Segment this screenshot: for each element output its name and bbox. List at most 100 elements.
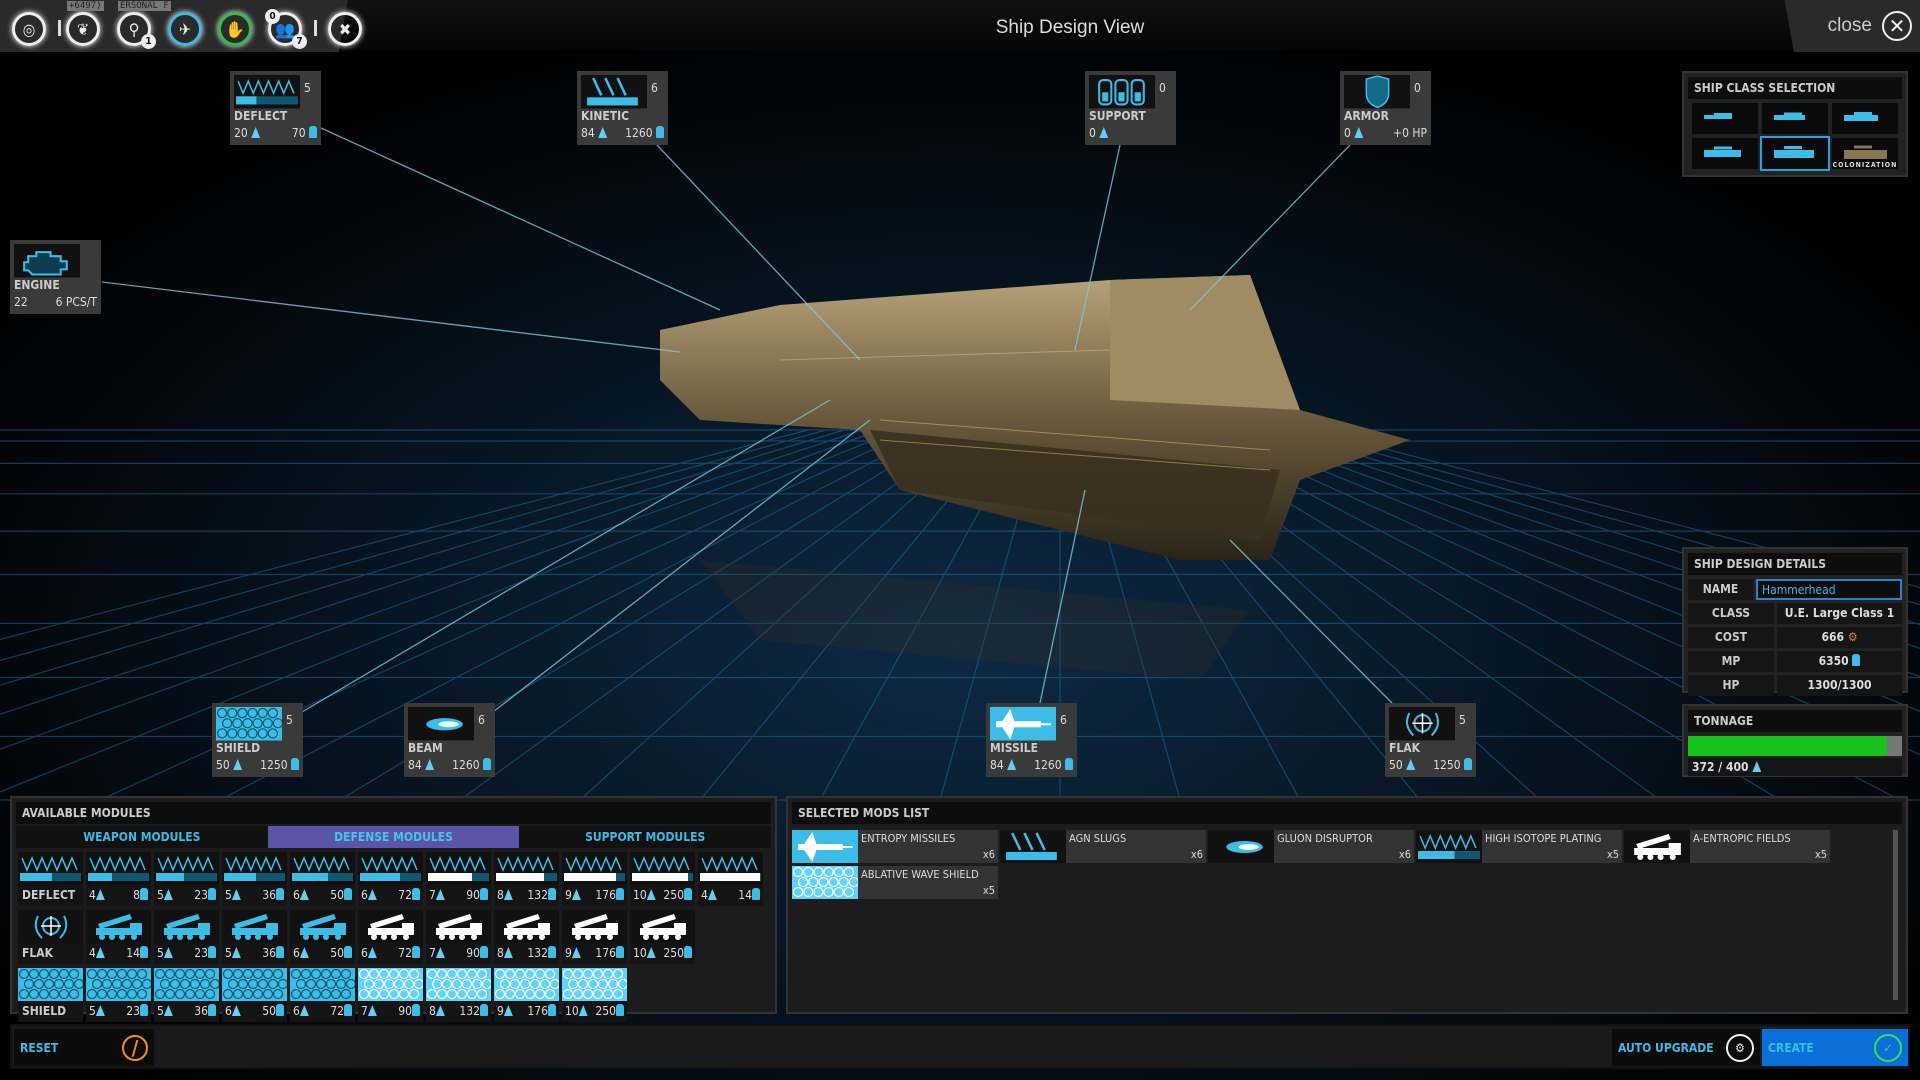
module-tonnage: 8	[429, 1003, 445, 1019]
module-deflect-tier[interactable]: 5 23	[154, 852, 219, 906]
slot-armor[interactable]: 0 ARMOR 0 +0 HP	[1340, 71, 1431, 145]
close-button[interactable]: close ✕	[1770, 0, 1920, 52]
mod-quantity: x5	[982, 884, 995, 897]
module-shield-tier[interactable]: 7 90	[358, 968, 423, 1022]
slot-label: BEAM	[408, 741, 443, 755]
selected-mod-item[interactable]: ENTROPY MISSILES x6	[792, 830, 998, 863]
module-flak-tier[interactable]: 8 132	[494, 910, 559, 964]
module-deflect-tier[interactable]: 9 176	[562, 852, 627, 906]
selected-mod-item[interactable]: AGN SLUGS x6	[1000, 830, 1206, 863]
mod-name: GLUON DISRUPTOR	[1277, 832, 1373, 845]
ship-class-option[interactable]	[1692, 103, 1758, 134]
slot-beam[interactable]: 6 BEAM 84 1260	[404, 703, 495, 777]
slot-label: SHIELD	[216, 741, 261, 755]
module-shield-tier[interactable]: 6 72	[290, 968, 355, 1022]
module-mp: 36	[262, 887, 284, 903]
selected-mod-item[interactable]: HIGH ISOTOPE PLATING x5	[1416, 830, 1622, 863]
module-flak-tier[interactable]: 5 36	[222, 910, 287, 964]
reset-button[interactable]: RESET /	[14, 1029, 154, 1066]
module-deflect-tier[interactable]: 48	[86, 852, 151, 906]
module-deflect-tier[interactable]: 7 90	[426, 852, 491, 906]
ship-class-label: COLONIZATION	[1832, 161, 1898, 169]
module-deflect-tier[interactable]: 5 36	[222, 852, 287, 906]
tonnage-icon	[367, 1005, 377, 1016]
module-shield-tier[interactable]: 10 250	[562, 968, 627, 1022]
ship-class-option[interactable]	[1692, 138, 1758, 169]
ship-class-option[interactable]	[1832, 103, 1898, 134]
mp-fist-icon	[548, 888, 556, 900]
create-button[interactable]: CREATE ✓	[1762, 1029, 1908, 1066]
slot-label: DEFLECT	[234, 109, 288, 123]
slot-missile[interactable]: 6 MISSILE 84 1260	[986, 703, 1077, 777]
selected-mod-item[interactable]: A-ENTROPIC FIELDS x5	[1624, 830, 1830, 863]
slot-label: SUPPORT	[1089, 109, 1146, 123]
module-flak-tier[interactable]: 9 176	[562, 910, 627, 964]
tonnage-bar	[1688, 736, 1902, 756]
module-deflect-tier[interactable]: 6 72	[358, 852, 423, 906]
slot-shield[interactable]: 5 SHIELD 50 1250	[212, 703, 303, 777]
module-mp: 176	[595, 887, 624, 903]
tonnage-icon	[163, 1005, 173, 1016]
module-flak-tier[interactable]: 5 23	[154, 910, 219, 964]
module-shield-tier[interactable]: 5 36	[154, 968, 219, 1022]
module-shield-tier[interactable]: 8 132	[426, 968, 491, 1022]
module-flak-tier[interactable]: 10 250	[630, 910, 695, 964]
flak-icon	[1389, 707, 1455, 741]
slot-count: 6	[651, 81, 658, 95]
module-shield-tier[interactable]: 9 176	[494, 968, 559, 1022]
details-title: SHIP DESIGN DETAILS	[1688, 553, 1902, 575]
slot-flak[interactable]: 5 FLAK 50 1250	[1385, 703, 1476, 777]
tonnage-icon	[299, 947, 309, 958]
mp-fist-icon	[1464, 758, 1472, 770]
module-mp: 90	[398, 1003, 420, 1019]
slot-kinetic[interactable]: 6 KINETIC 84 1260	[577, 71, 668, 145]
module-flak-tier[interactable]: 7 90	[426, 910, 491, 964]
slot-tonnage: 84	[581, 126, 608, 140]
module-tonnage: 10	[633, 945, 656, 961]
module-deflect-tier[interactable]: 4 14	[698, 852, 763, 906]
auto-upgrade-gears-icon: ⚙	[1726, 1033, 1754, 1062]
ship-class-option[interactable]	[1762, 103, 1828, 134]
available-modules-title: AVAILABLE MODULES	[16, 802, 771, 824]
auto-upgrade-label: AUTO UPGRADE	[1618, 1040, 1714, 1055]
mp-fist-icon	[684, 888, 692, 900]
tonnage-icon	[231, 889, 241, 900]
tab-defense-modules[interactable]: DEFENSE MODULES	[267, 826, 520, 848]
tonnage-icon	[1099, 127, 1109, 138]
mp-value: 6350	[1818, 654, 1849, 668]
slot-engine[interactable]: ENGINE 22 6 PCS/T	[10, 240, 101, 314]
module-shield-tier[interactable]: 6 50	[222, 968, 287, 1022]
module-flak-tier[interactable]: 6 50	[290, 910, 355, 964]
module-deflect-base[interactable]: DEFLECT	[18, 852, 83, 906]
ship-class-option[interactable]: COLONIZATION	[1832, 138, 1898, 169]
module-row-deflect: DEFLECT 4 8 5 23 5 36 6 50 6 72 7 90 8 132 9 176 10 250 4 14	[18, 852, 769, 906]
auto-upgrade-button[interactable]: AUTO UPGRADE ⚙	[1612, 1029, 1760, 1066]
selected-mod-item[interactable]: GLUON DISRUPTOR x6	[1208, 830, 1414, 863]
selected-mod-item[interactable]: ABLATIVE WAVE SHIELD x5	[792, 866, 998, 899]
ship-design-details-panel: SHIP DESIGN DETAILS NAME CLASSU.E. Large…	[1682, 547, 1908, 696]
beam-icon	[1208, 830, 1274, 863]
module-mp: 23	[194, 887, 216, 903]
module-tonnage: 6	[293, 1003, 309, 1019]
mp-fist-icon	[412, 888, 420, 900]
module-shield-base[interactable]: SHIELD	[18, 968, 83, 1022]
module-flak-tier[interactable]: 6 72	[358, 910, 423, 964]
mod-quantity: x6	[982, 848, 995, 861]
module-flak-base[interactable]: FLAK	[18, 910, 83, 964]
slot-deflect[interactable]: 5 DEFLECT 20 70	[230, 71, 321, 145]
module-flak-tier[interactable]: 4 14	[86, 910, 151, 964]
slot-label: MISSILE	[990, 741, 1039, 755]
module-mp: 14	[738, 887, 760, 903]
module-deflect-tier[interactable]: 8 132	[494, 852, 559, 906]
module-tonnage: 5	[225, 945, 241, 961]
module-tonnage: 8	[497, 887, 513, 903]
ship-name-input[interactable]	[1756, 579, 1902, 600]
module-deflect-tier[interactable]: 6 50	[290, 852, 355, 906]
tab-weapon-modules[interactable]: WEAPON MODULES	[16, 826, 268, 848]
ship-class-option[interactable]	[1760, 136, 1830, 171]
tab-support-modules[interactable]: SUPPORT MODULES	[519, 826, 771, 848]
slot-support[interactable]: 0 SUPPORT 0	[1085, 71, 1176, 145]
module-deflect-tier[interactable]: 10 250	[630, 852, 695, 906]
selected-mods-scrollbar[interactable]	[1893, 830, 1898, 1000]
module-shield-tier[interactable]: 5 23	[86, 968, 151, 1022]
